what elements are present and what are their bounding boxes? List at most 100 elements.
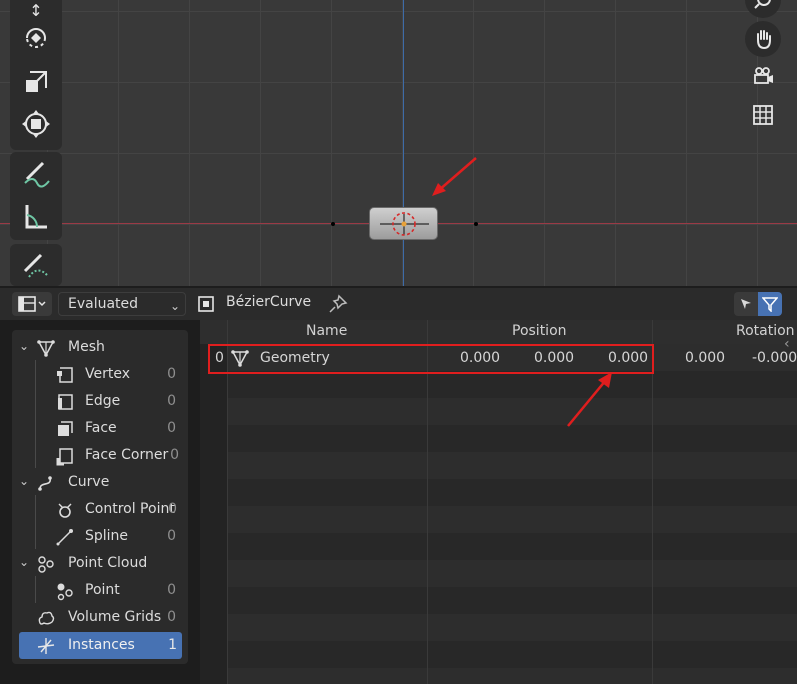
grid-icon [753,105,773,125]
domain-count: 0 [167,609,176,625]
table-row-stripe [228,398,797,425]
domain-label: Spline [85,528,129,544]
camera-view-button[interactable] [745,58,781,94]
row-index-column [200,344,228,684]
selected-only-toggle[interactable] [734,292,758,316]
3d-viewport[interactable]: ↕ [0,0,797,286]
move-icon: ↕ [29,0,43,20]
evaluation-mode-select[interactable]: Evaluated ⌄ [58,292,186,316]
domain-list: ⌄ Mesh Vertex 0 Edge 0 Face 0 Face Corne… [12,330,188,664]
point-cloud-icon [38,556,54,573]
table-row-stripe [228,560,797,587]
domain-item-point[interactable]: Point 0 [12,577,188,604]
evaluation-mode-value: Evaluated [68,296,139,312]
domain-item-edge[interactable]: Edge 0 [12,388,188,415]
scroll-left-icon[interactable]: ‹ [784,336,790,352]
spline-icon [56,529,73,546]
table-row-stripe [228,506,797,533]
spreadsheet-editor-icon [18,296,46,312]
measure-ruler-icon [25,205,47,229]
table-header: Name Position Rotation [200,320,797,344]
filter-toggle[interactable] [758,292,782,316]
column-divider [652,320,653,684]
domain-item-vertex[interactable]: Vertex 0 [12,361,188,388]
domain-item-mesh[interactable]: ⌄ Mesh [12,334,188,361]
column-header-name[interactable]: Name [306,323,347,339]
draw-tools-group [10,244,62,286]
curve-icon [38,476,52,491]
editor-type-button[interactable] [12,292,52,316]
zoom-button[interactable] [745,0,781,18]
draw-tool-button[interactable] [10,246,62,286]
domain-count: 0 [168,501,177,517]
domain-count: 1 [168,637,177,653]
point-icon [57,583,73,601]
domain-label: Point [85,582,120,598]
domain-label: Face Corner [85,447,169,463]
table-row-stripe [228,614,797,641]
transform-tool-button[interactable] [10,104,62,144]
chevron-down-icon: ⌄ [19,474,30,488]
column-header-position[interactable]: Position [512,323,567,339]
annotation-arrow-table [567,372,612,427]
column-divider [227,320,228,684]
domain-label: Curve [68,474,110,490]
draw-curve-icon [23,253,48,278]
instances-icon [37,638,55,654]
annotate-tool-button[interactable] [10,154,62,194]
chevron-down-icon: ⌄ [169,299,180,313]
measure-tool-button[interactable] [10,196,62,236]
chevron-down-icon: ⌄ [19,339,30,353]
domain-label: Point Cloud [68,555,148,571]
domain-label: Edge [85,393,121,409]
domain-item-volume-grids[interactable]: Volume Grids 0 [12,604,188,631]
curve-handle-right[interactable] [474,222,478,226]
cell-rotation-x: 0.000 [685,350,726,366]
domain-count: 0 [167,582,176,598]
scale-tool-button[interactable] [10,62,62,102]
domain-item-face[interactable]: Face 0 [12,415,188,442]
domain-item-curve[interactable]: ⌄ Curve [12,469,188,496]
cell-rotation-y: -0.000 [752,350,797,366]
domain-count: 0 [167,366,176,382]
zoom-icon [754,0,771,9]
chevron-down-icon: ⌄ [19,555,30,569]
cursor-icon [741,299,751,309]
curve-handle-left[interactable] [331,222,335,226]
spreadsheet-header: Evaluated ⌄ BézierCurve [0,288,797,320]
domain-label: Instances [68,637,135,653]
domain-label: Control Point [85,501,175,517]
annotate-tools-group [10,152,62,240]
domain-item-spline[interactable]: Spline 0 [12,523,188,550]
volume-icon [38,611,55,625]
domain-count: 0 [167,420,176,436]
transform-icon [22,110,50,138]
domain-item-instances[interactable]: Instances 1 [19,632,182,659]
transform-tools-group: ↕ [10,0,62,150]
domain-label: Mesh [68,339,105,355]
table-row-stripe [228,452,797,479]
blender-window: ↕ Evaluated ⌄ BézierCurve ⌄ Mesh Vertex … [0,0,797,684]
column-divider [427,320,428,684]
object-icon [198,296,214,312]
pan-button[interactable] [745,21,781,57]
rotate-tool-button[interactable] [10,18,62,58]
ortho-grid-button[interactable] [745,97,781,133]
edge-icon [58,394,73,410]
rotate-icon [26,28,46,48]
annotation-arrow-viewport [432,157,477,196]
vertex-icon [57,367,73,383]
pin-icon[interactable] [328,294,348,314]
domain-label: Face [85,420,117,436]
y-axis-line [403,0,404,286]
filter-icon [762,297,778,312]
face-icon [58,421,73,436]
domain-item-control-point[interactable]: Control Point 0 [12,496,188,523]
hand-icon [757,30,771,50]
mesh-icon [37,340,55,357]
table-row-stripe [228,668,797,684]
bezier-curve-object[interactable] [369,207,438,240]
domain-item-point-cloud[interactable]: ⌄ Point Cloud [12,550,188,577]
domain-item-face-corner[interactable]: Face Corner 0 [12,442,188,469]
domain-label: Vertex [85,366,131,382]
